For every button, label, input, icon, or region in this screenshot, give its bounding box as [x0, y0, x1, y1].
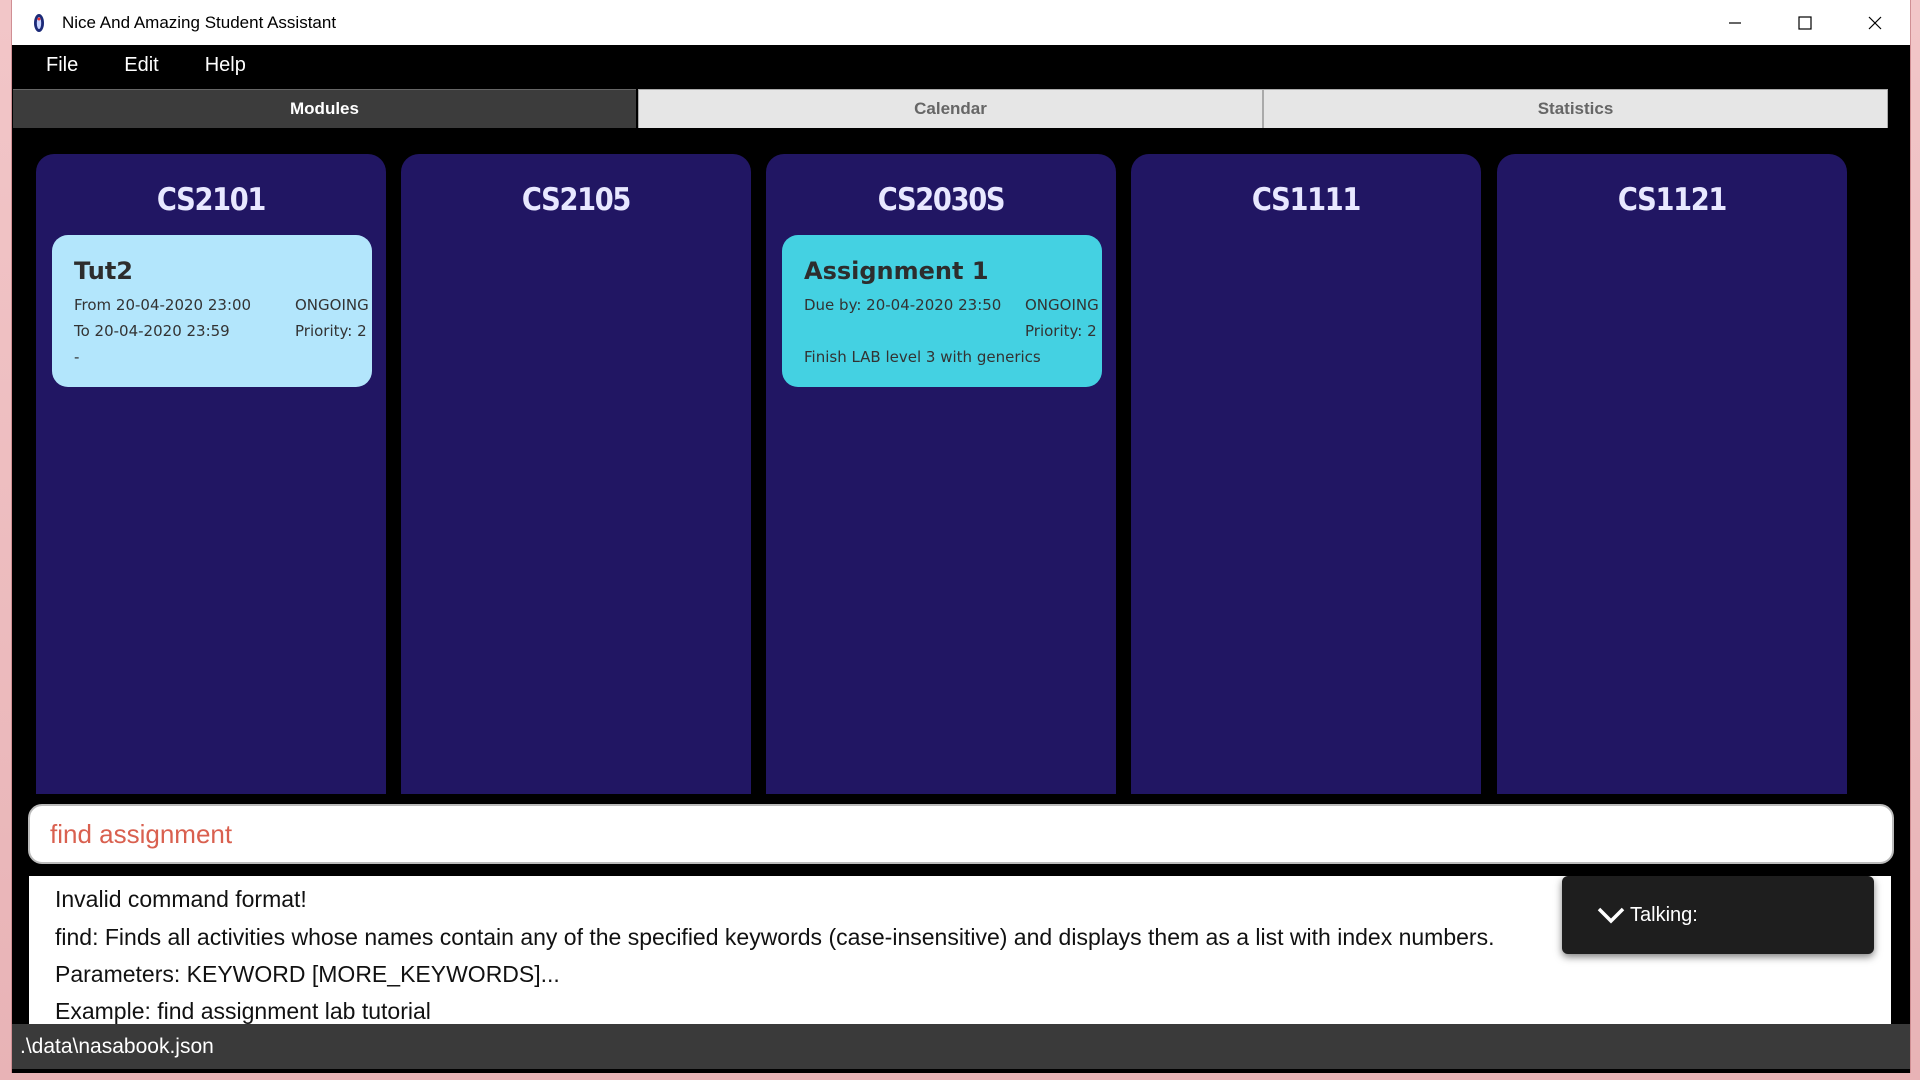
command-box: [28, 804, 1894, 864]
minimize-button[interactable]: [1700, 0, 1770, 45]
command-input[interactable]: [48, 817, 1872, 851]
modules-panel: CS2101 Tut2 From 20-04-2020 23:00 ONGOIN…: [12, 130, 1910, 794]
result-line: Example: find assignment lab tutorial: [55, 998, 431, 1024]
app-window: Nice And Amazing Student Assistant File …: [11, 0, 1911, 1073]
module-code: CS2105: [521, 182, 632, 218]
module-column: CS1111: [1131, 154, 1481, 794]
minimize-icon: [1729, 21, 1741, 24]
window-title: Nice And Amazing Student Assistant: [62, 12, 337, 32]
activity-title: Tut2: [74, 257, 133, 285]
talking-label: Talking:: [1630, 903, 1698, 926]
tab-statistics[interactable]: Statistics: [1263, 89, 1888, 128]
menu-help[interactable]: Help: [183, 54, 268, 77]
talking-popup[interactable]: Talking:: [1562, 876, 1874, 954]
activity-title: Assignment 1: [804, 257, 989, 285]
activity-start: From 20-04-2020 23:00: [74, 296, 252, 314]
result-line: find: Finds all activities whose names c…: [55, 924, 1495, 950]
module-code: CS1111: [1251, 182, 1362, 218]
activity-note: Finish LAB level 3 with generics: [804, 348, 1041, 366]
menu-edit[interactable]: Edit: [102, 54, 180, 77]
tab-calendar[interactable]: Calendar: [638, 89, 1263, 128]
activity-card[interactable]: Tut2 From 20-04-2020 23:00 ONGOING To 20…: [52, 235, 372, 387]
activity-status: ONGOING: [295, 296, 369, 314]
app-logo-icon: [28, 12, 50, 34]
menu-bar: File Edit Help: [12, 45, 1910, 85]
activity-due: Due by: 20-04-2020 23:50: [804, 296, 1002, 314]
window-controls: [1700, 0, 1910, 45]
maximize-icon: [1798, 15, 1812, 30]
tab-modules[interactable]: Modules: [13, 89, 636, 128]
module-column: CS1121: [1497, 154, 1847, 794]
status-bar: .\data\nasabook.json: [12, 1024, 1910, 1069]
tab-bar: Modules Calendar Statistics: [12, 89, 1910, 129]
result-line: Invalid command format!: [55, 886, 307, 912]
activity-priority: Priority: 2: [295, 322, 367, 340]
activity-status: ONGOING: [1025, 296, 1099, 314]
module-column: CS2105: [401, 154, 751, 794]
chevron-down-icon: [1597, 907, 1625, 924]
module-column: CS2101 Tut2 From 20-04-2020 23:00 ONGOIN…: [36, 154, 386, 794]
module-code: CS2030S: [877, 182, 1006, 218]
module-code: CS2101: [156, 182, 267, 218]
maximize-button[interactable]: [1770, 0, 1840, 45]
activity-note: -: [74, 348, 80, 366]
activity-priority: Priority: 2: [1025, 322, 1097, 340]
activity-card[interactable]: Assignment 1 Due by: 20-04-2020 23:50 ON…: [782, 235, 1102, 387]
module-code: CS1121: [1617, 182, 1728, 218]
close-button[interactable]: [1840, 0, 1910, 45]
result-line: Parameters: KEYWORD [MORE_KEYWORDS]...: [55, 961, 560, 987]
module-column: CS2030S Assignment 1 Due by: 20-04-2020 …: [766, 154, 1116, 794]
menu-file[interactable]: File: [24, 54, 100, 77]
close-icon: [1868, 16, 1882, 29]
title-bar: Nice And Amazing Student Assistant: [12, 0, 1910, 45]
save-file-path: .\data\nasabook.json: [20, 1034, 214, 1058]
activity-end: To 20-04-2020 23:59: [74, 322, 230, 340]
